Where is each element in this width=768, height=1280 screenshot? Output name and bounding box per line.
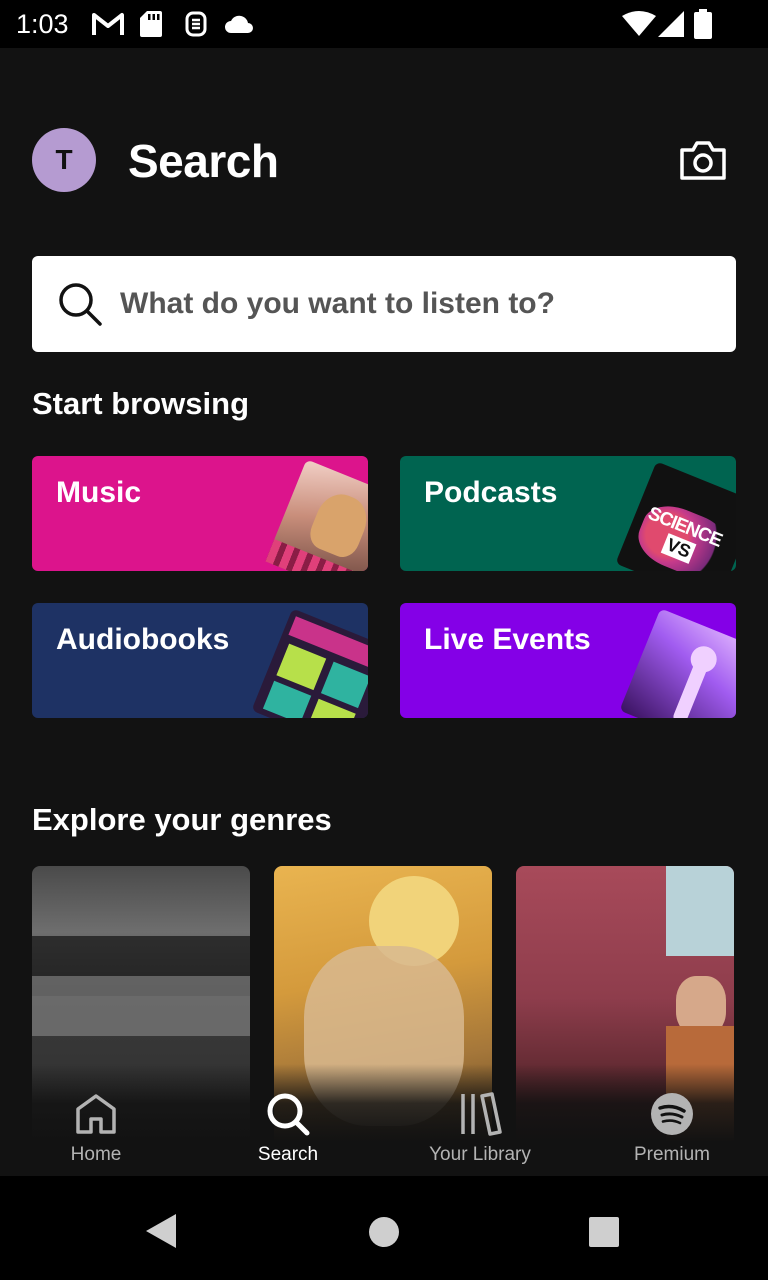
status-time: 1:03 <box>16 9 69 39</box>
genres-section-title: Explore your genres <box>32 802 332 837</box>
system-nav-bar <box>0 1176 768 1280</box>
nav-label: Your Library <box>429 1144 531 1165</box>
browse-section-title: Start browsing <box>32 386 250 421</box>
nav-home[interactable]: Home <box>21 1092 171 1166</box>
browse-tile-music[interactable]: Music <box>32 456 368 571</box>
search-input[interactable] <box>120 276 710 332</box>
cloud-icon <box>225 15 253 33</box>
profile-avatar[interactable]: T <box>32 128 96 192</box>
home-icon <box>76 1094 116 1134</box>
nav-label: Search <box>257 1144 319 1165</box>
nav-search[interactable]: Search <box>213 1092 363 1166</box>
genre-card-image <box>666 866 734 956</box>
search-bar[interactable] <box>32 256 736 352</box>
audiobooks-artwork <box>251 608 368 718</box>
nav-premium[interactable]: Premium <box>597 1092 747 1166</box>
browse-tile-label: Podcasts <box>424 476 558 509</box>
browse-tile-label: Live Events <box>424 623 591 656</box>
sync-icon <box>185 11 207 37</box>
back-icon[interactable] <box>146 1214 176 1248</box>
search-icon <box>59 283 102 326</box>
podcasts-artwork: SCIENCE VS <box>615 461 736 571</box>
camera-icon[interactable] <box>678 138 728 182</box>
cellular-icon <box>658 11 684 37</box>
status-bar: 1:03 <box>0 0 768 48</box>
music-artwork <box>265 459 368 571</box>
wifi-icon <box>622 11 656 36</box>
browse-tile-podcasts[interactable]: Podcasts SCIENCE VS <box>400 456 736 571</box>
battery-icon <box>694 9 712 39</box>
browse-tile-audiobooks[interactable]: Audiobooks <box>32 603 368 718</box>
search-icon <box>267 1093 310 1136</box>
live-events-artwork <box>619 608 736 718</box>
browse-tile-label: Audiobooks <box>56 623 230 656</box>
gmail-icon <box>92 13 124 35</box>
page-title: Search <box>128 135 279 187</box>
sd-card-icon <box>140 11 162 37</box>
library-icon <box>461 1092 502 1136</box>
spotify-icon <box>651 1093 693 1135</box>
nav-your-library[interactable]: Your Library <box>405 1092 555 1166</box>
home-circle-icon[interactable] <box>368 1216 400 1248</box>
browse-tile-live-events[interactable]: Live Events <box>400 603 736 718</box>
genre-card-image <box>32 976 250 1036</box>
bottom-nav: Home Search Your Library Premium <box>0 1064 768 1176</box>
recents-icon[interactable] <box>589 1217 619 1247</box>
nav-label: Home <box>70 1144 122 1165</box>
browse-tile-label: Music <box>56 476 142 509</box>
nav-label: Premium <box>633 1144 710 1165</box>
